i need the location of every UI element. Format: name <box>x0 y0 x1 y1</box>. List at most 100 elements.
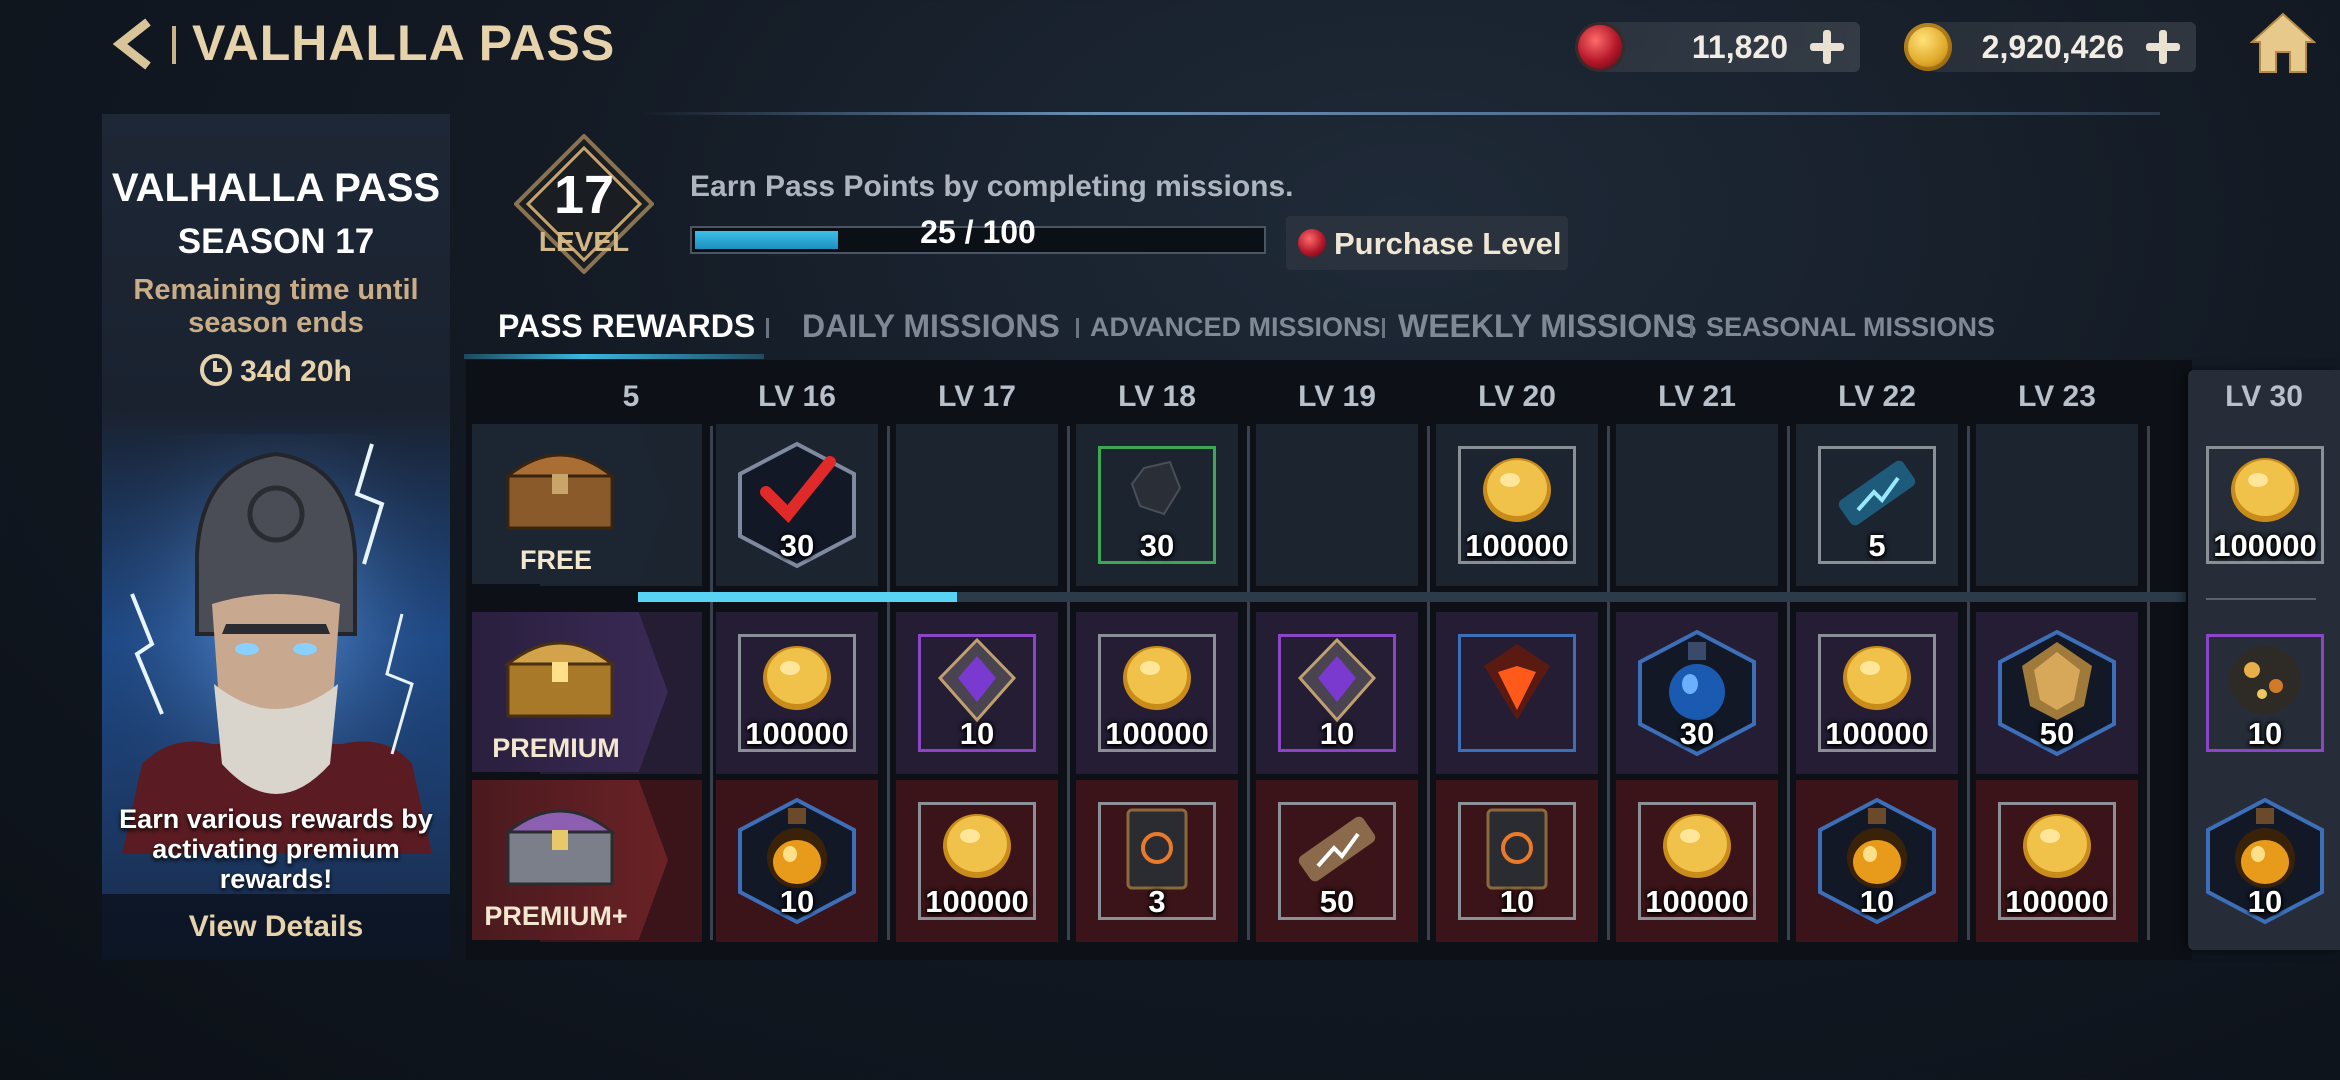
reward-quantity: 10 <box>959 716 995 751</box>
reward-quantity: 50 <box>2039 716 2075 751</box>
reward-quantity: 10 <box>779 884 815 919</box>
reward-cell-free[interactable]: 100000 <box>2184 424 2340 586</box>
elixir-potion-icon <box>2235 808 2295 888</box>
back-button[interactable] <box>108 16 156 72</box>
reward-quantity: 10 <box>1499 884 1535 919</box>
level-number: 17 <box>553 165 615 225</box>
row-label-text: PREMIUM <box>492 733 620 763</box>
gold-coin-icon <box>763 646 831 710</box>
reward-cell-premiumplus[interactable]: 10 <box>1436 780 1598 942</box>
gold-coin-icon <box>2023 814 2091 878</box>
reward-cell-premium[interactable] <box>1436 612 1598 774</box>
reward-quantity: 100000 <box>1645 884 1749 919</box>
tab-weekly-missions[interactable]: WEEKLY MISSIONS <box>1398 308 1697 345</box>
reward-cell-free <box>1256 424 1418 586</box>
row-label-premium-plus: PREMIUM+ <box>472 780 668 940</box>
tab-divider <box>1382 318 1385 338</box>
reward-cell-premiumplus[interactable]: 100000 <box>1616 780 1778 942</box>
reward-quantity: 10 <box>1859 884 1895 919</box>
reward-cell-premiumplus[interactable]: 3 <box>1076 780 1238 942</box>
tab-seasonal-missions[interactable]: SEASONAL MISSIONS <box>1706 312 1995 343</box>
column-divider <box>1427 426 1430 940</box>
reward-cell-premium[interactable]: 50 <box>1976 612 2138 774</box>
clock-icon <box>200 354 233 386</box>
remaining-time-label: Remaining time until season ends <box>133 274 419 339</box>
fire-crystal-icon <box>1484 644 1550 720</box>
tab-divider <box>1690 318 1693 338</box>
rune-card-icon <box>1126 808 1188 890</box>
pass-progress-track <box>638 592 2186 602</box>
reward-cell-premium[interactable]: 10 <box>1256 612 1418 774</box>
level-column-header: LV 23 <box>2018 380 2096 413</box>
column-divider <box>1787 426 1790 940</box>
gold-coin-icon <box>2231 458 2299 522</box>
reward-cell-free[interactable]: 5 <box>1796 424 1958 586</box>
column-divider <box>1247 426 1250 940</box>
purple-gem-icon <box>937 637 1017 723</box>
tab-pass-rewards[interactable]: PASS REWARDS <box>498 308 755 345</box>
reward-cell-free[interactable]: 30 <box>716 424 878 586</box>
reward-quantity: 10 <box>1319 716 1355 751</box>
reward-quantity: 30 <box>1139 528 1175 563</box>
elixir-potion-icon <box>1847 808 1907 888</box>
purchase-level-button[interactable]: Purchase Level <box>1286 216 1568 270</box>
level-progress-text: 25 / 100 <box>920 214 1036 250</box>
reward-cell-premiumplus[interactable]: 10 <box>2184 780 2340 942</box>
level-column-header: LV 17 <box>938 380 1016 413</box>
reward-cell-free <box>1616 424 1778 586</box>
home-button[interactable] <box>2249 12 2317 74</box>
purple-gem-icon <box>1297 637 1377 723</box>
level-column-header: LV 19 <box>1298 380 1376 413</box>
reward-cell-free <box>896 424 1058 586</box>
reward-quantity: 100000 <box>745 716 849 751</box>
column-divider <box>1967 426 1970 940</box>
premium-info-text: Earn various rewards by activating premi… <box>119 804 433 894</box>
reward-quantity: 100000 <box>925 884 1029 919</box>
tab-advanced-missions[interactable]: ADVANCED MISSIONS <box>1090 312 1381 343</box>
reward-cell-premiumplus[interactable]: 100000 <box>1976 780 2138 942</box>
reward-quantity: 30 <box>779 528 815 563</box>
column-divider <box>1607 426 1610 940</box>
reward-quantity: 100000 <box>2213 528 2317 563</box>
reward-cell-premium[interactable]: 100000 <box>1076 612 1238 774</box>
rune-card-icon <box>1486 808 1548 890</box>
final-column-divider <box>2206 598 2316 600</box>
ruby-amount: 11,820 <box>1691 29 1788 65</box>
reward-cell-premium[interactable]: 10 <box>2184 612 2340 774</box>
reward-quantity: 50 <box>1319 884 1355 919</box>
reward-quantity: 10 <box>2247 716 2283 751</box>
active-tab-indicator <box>464 354 764 359</box>
reward-cell-premium[interactable]: 30 <box>1616 612 1778 774</box>
column-divider <box>710 426 713 940</box>
reward-cell-premium[interactable]: 100000 <box>716 612 878 774</box>
level-column-header: LV 21 <box>1658 380 1736 413</box>
reward-quantity: 100000 <box>1105 716 1209 751</box>
reward-cell-premium[interactable]: 10 <box>896 612 1058 774</box>
add-gold-button[interactable] <box>2144 28 2182 66</box>
reward-cell-premiumplus[interactable]: 10 <box>1796 780 1958 942</box>
reward-quantity: 5 <box>1868 528 1886 563</box>
level-column-header: LV 20 <box>1478 380 1556 413</box>
view-details-button[interactable]: View Details <box>102 894 450 960</box>
level-label: LEVEL <box>538 226 630 257</box>
reward-cell-premiumplus[interactable]: 50 <box>1256 780 1418 942</box>
add-rubies-button[interactable] <box>1808 28 1846 66</box>
blue-potion-icon <box>1669 642 1725 720</box>
gold-coin-icon <box>1123 646 1191 710</box>
tab-daily-missions[interactable]: DAILY MISSIONS <box>802 308 1060 345</box>
reward-quantity: 3 <box>1148 884 1166 919</box>
season-card: VALHALLA PASS SEASON 17 Remaining time u… <box>102 114 450 960</box>
remaining-time-value: 34d 20h <box>240 355 352 388</box>
pass-progress-fill <box>638 592 957 602</box>
row-label-text: FREE <box>519 545 592 575</box>
premium-chest-icon <box>503 641 617 718</box>
level-column-header: LV 18 <box>1118 380 1196 413</box>
reward-cell-free[interactable]: 100000 <box>1436 424 1598 586</box>
reward-cell-free[interactable]: 30 <box>1076 424 1238 586</box>
reward-cell-premiumplus[interactable]: 10 <box>716 780 878 942</box>
reward-cell-premiumplus[interactable]: 100000 <box>896 780 1058 942</box>
reward-cell-premium[interactable]: 100000 <box>1796 612 1958 774</box>
free-chest-icon <box>503 453 617 530</box>
level-column-header: LV 22 <box>1838 380 1916 413</box>
ruby-currency: 11,820 <box>1578 22 1860 72</box>
